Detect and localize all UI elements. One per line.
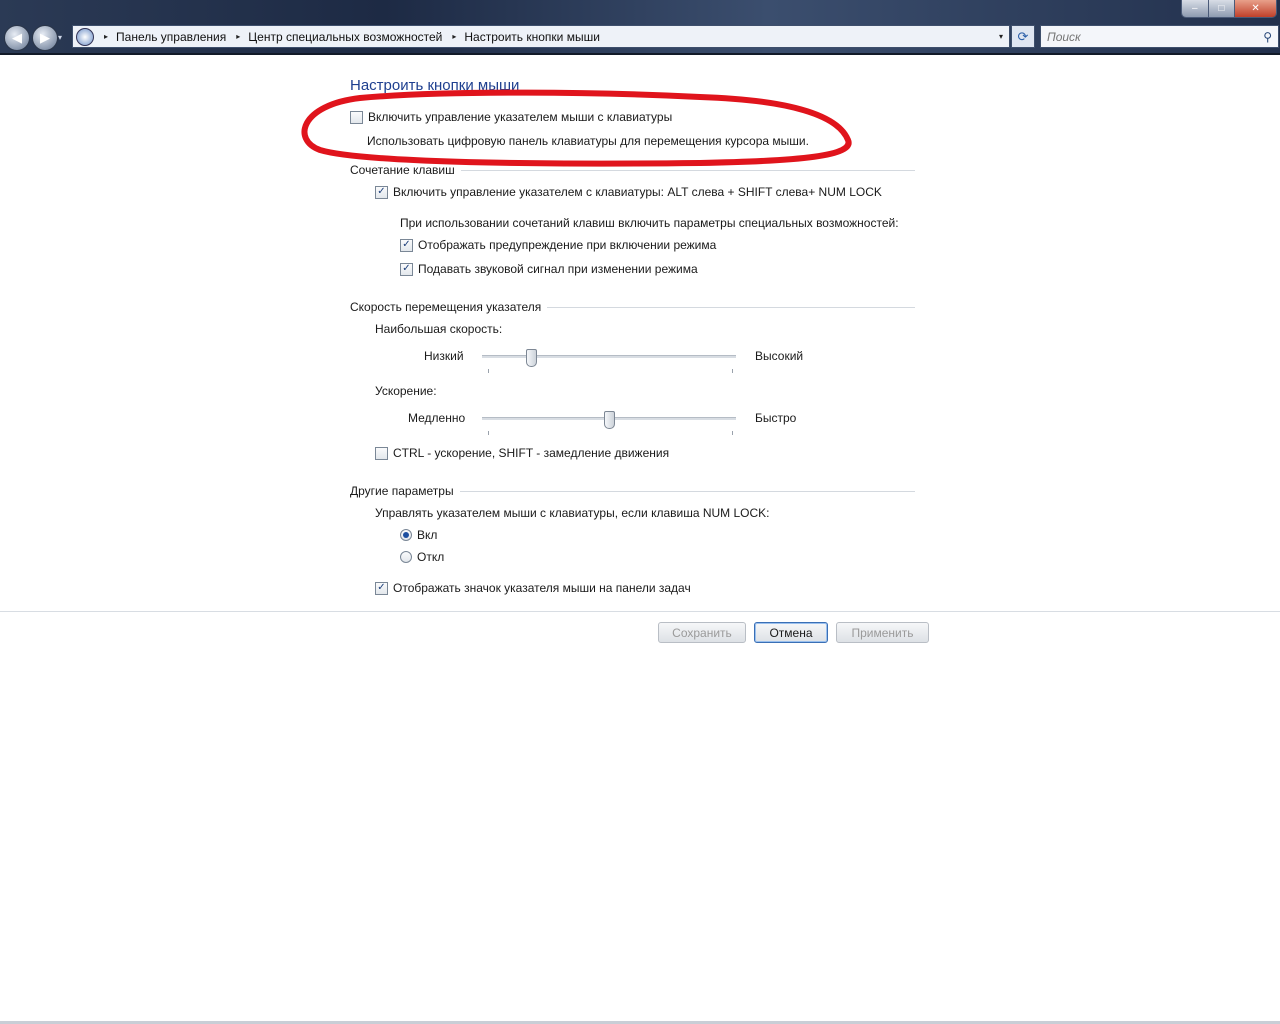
acceleration-slider[interactable] bbox=[482, 411, 736, 435]
address-bar[interactable]: ▸ Панель управления ▸ Центр специальных … bbox=[72, 25, 1010, 48]
checkbox-label: Включить управление указателем с клавиат… bbox=[393, 185, 882, 199]
top-speed-low-label: Низкий bbox=[424, 349, 464, 363]
checkbox-label: Подавать звуковой сигнал при изменении р… bbox=[418, 262, 698, 276]
top-speed-high-label: Высокий bbox=[755, 349, 804, 363]
other-section-header: Другие параметры bbox=[350, 484, 915, 498]
enable-shortcut-checkbox[interactable]: ✓ Включить управление указателем с клави… bbox=[375, 185, 882, 199]
play-sound-checkbox[interactable]: ✓ Подавать звуковой сигнал при изменении… bbox=[400, 262, 698, 276]
acceleration-low-label: Медленно bbox=[408, 411, 466, 425]
breadcrumb-separator-icon[interactable]: ▸ bbox=[452, 32, 456, 41]
radio-circle[interactable] bbox=[400, 529, 412, 541]
checkbox-label: Отображать значок указателя мыши на пане… bbox=[393, 581, 691, 595]
close-button[interactable]: ✕ bbox=[1235, 0, 1276, 17]
section-heading: Сочетание клавиш bbox=[350, 163, 455, 177]
speed-section-header: Скорость перемещения указателя bbox=[350, 300, 915, 314]
cancel-button[interactable]: Отмена bbox=[754, 622, 828, 643]
breadcrumb-separator-icon[interactable]: ▸ bbox=[236, 32, 240, 41]
breadcrumb-control-panel[interactable]: Панель управления bbox=[116, 30, 226, 44]
maximize-button[interactable]: □ bbox=[1208, 0, 1236, 17]
ctrl-shift-checkbox[interactable]: CTRL - ускорение, SHIFT - замедление дви… bbox=[375, 446, 669, 460]
apply-button[interactable]: Применить bbox=[836, 622, 929, 643]
mousekeys-description: Использовать цифровую панель клавиатуры … bbox=[367, 134, 809, 148]
numlock-on-radio[interactable]: Вкл bbox=[400, 528, 437, 542]
minimize-button[interactable]: – bbox=[1182, 0, 1209, 17]
checkbox-box[interactable] bbox=[350, 110, 363, 124]
forward-arrow-icon: ▶ bbox=[40, 30, 50, 45]
slider-tick bbox=[732, 369, 733, 373]
checkbox-box[interactable]: ✓ bbox=[375, 185, 388, 199]
section-divider bbox=[460, 169, 915, 171]
enable-mousekeys-checkbox[interactable]: Включить управление указателем мыши с кл… bbox=[350, 110, 672, 124]
acceleration-label: Ускорение: bbox=[375, 384, 437, 398]
recent-pages-chevron-icon[interactable]: ▾ bbox=[58, 33, 62, 42]
page-title: Настроить кнопки мыши bbox=[350, 77, 520, 94]
show-warning-checkbox[interactable]: ✓ Отображать предупреждение при включени… bbox=[400, 238, 716, 252]
show-tray-icon-checkbox[interactable]: ✓ Отображать значок указателя мыши на па… bbox=[375, 581, 691, 595]
breadcrumb-separator-icon[interactable]: ▸ bbox=[104, 32, 108, 41]
section-heading: Скорость перемещения указателя bbox=[350, 300, 542, 314]
save-button[interactable]: Сохранить bbox=[658, 622, 746, 643]
slider-thumb[interactable] bbox=[604, 411, 615, 429]
slider-tick bbox=[732, 431, 733, 435]
radio-selected-dot bbox=[403, 532, 409, 538]
back-arrow-icon: ◀ bbox=[12, 30, 22, 45]
window-controls: – □ ✕ bbox=[1181, 0, 1277, 18]
section-heading: Другие параметры bbox=[350, 484, 454, 498]
breadcrumb-ease-of-access[interactable]: Центр специальных возможностей bbox=[248, 30, 442, 44]
checkbox-box[interactable]: ✓ bbox=[400, 238, 413, 252]
top-speed-slider[interactable] bbox=[482, 349, 736, 373]
search-input[interactable] bbox=[1041, 28, 1249, 45]
forward-button[interactable]: ▶ bbox=[32, 25, 58, 51]
search-box[interactable]: ⚲ bbox=[1040, 25, 1279, 48]
back-button[interactable]: ◀ bbox=[4, 25, 30, 51]
footer-divider bbox=[0, 611, 1280, 612]
numlock-off-radio[interactable]: Откл bbox=[400, 550, 444, 564]
section-divider bbox=[547, 306, 915, 308]
slider-tick bbox=[488, 431, 489, 435]
shortcut-subheading: При использовании сочетаний клавиш включ… bbox=[400, 216, 899, 230]
slider-tick bbox=[488, 369, 489, 373]
section-divider bbox=[459, 490, 915, 492]
shortcut-section-header: Сочетание клавиш bbox=[350, 163, 915, 177]
refresh-button[interactable]: ⟳ bbox=[1011, 25, 1035, 48]
top-speed-label: Наибольшая скорость: bbox=[375, 322, 503, 336]
numlock-label: Управлять указателем мыши с клавиатуры, … bbox=[375, 506, 770, 520]
control-panel-icon bbox=[76, 27, 94, 46]
acceleration-high-label: Быстро bbox=[755, 411, 797, 425]
checkbox-box[interactable]: ✓ bbox=[400, 262, 413, 276]
annotation-stroke bbox=[301, 89, 852, 167]
radio-circle[interactable] bbox=[400, 551, 412, 563]
explorer-titlebar: – □ ✕ ◀ ▶ ▾ ▸ Панель управления ▸ Центр … bbox=[0, 0, 1280, 55]
address-dropdown-chevron-icon[interactable]: ▾ bbox=[999, 32, 1003, 41]
checkbox-label: Отображать предупреждение при включении … bbox=[418, 238, 717, 252]
breadcrumb-mouse-keys[interactable]: Настроить кнопки мыши bbox=[464, 30, 600, 44]
refresh-icon: ⟳ bbox=[1017, 28, 1029, 44]
checkbox-label: CTRL - ускорение, SHIFT - замедление дви… bbox=[393, 446, 670, 460]
slider-thumb[interactable] bbox=[526, 349, 537, 367]
search-icon[interactable]: ⚲ bbox=[1263, 30, 1272, 44]
radio-label: Вкл bbox=[417, 528, 438, 542]
slider-track[interactable] bbox=[482, 355, 736, 358]
checkbox-box[interactable]: ✓ bbox=[375, 581, 388, 595]
checkbox-label: Включить управление указателем мыши с кл… bbox=[368, 110, 673, 124]
checkbox-box[interactable] bbox=[375, 446, 388, 460]
radio-label: Откл bbox=[417, 550, 445, 564]
